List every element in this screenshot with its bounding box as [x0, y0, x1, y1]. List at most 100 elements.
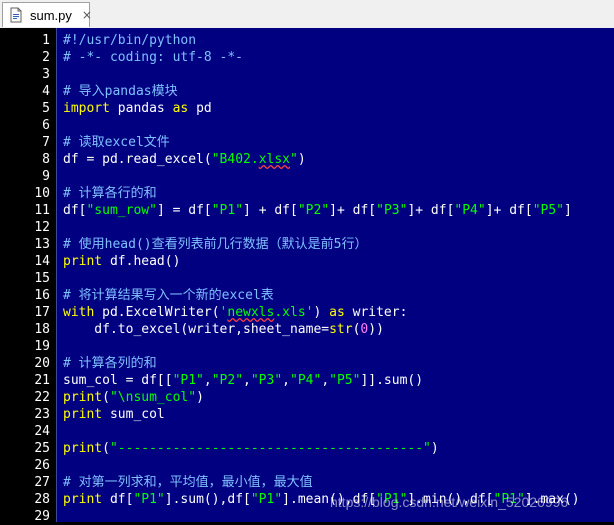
- code-token: (: [102, 390, 110, 405]
- code-token: ): [430, 441, 439, 456]
- code-token: str: [329, 322, 353, 337]
- code-line[interactable]: # 对第一列求和，平均值，最小值，最大值: [63, 474, 313, 491]
- code-token: df[: [63, 203, 87, 218]
- code-token: with: [63, 305, 95, 320]
- code-token: df.to_excel(writer,sheet_name=: [63, 322, 330, 337]
- line-number: 3: [42, 67, 50, 82]
- line-number: 6: [42, 118, 50, 133]
- code-token: "P2": [297, 203, 330, 218]
- code-area[interactable]: #!/usr/bin/python # -*- coding: utf-8 -*-…: [57, 28, 614, 522]
- code-token: # 使用head()查看列表前几行数据（默认是前5行）: [63, 237, 368, 252]
- code-token: ): [297, 152, 306, 167]
- code-token: .xls': [274, 305, 314, 320]
- code-token: print: [63, 441, 103, 456]
- code-token: df[: [102, 492, 134, 507]
- code-token: sum_col: [102, 407, 165, 422]
- code-token: ]: [564, 203, 572, 218]
- code-line[interactable]: # 使用head()查看列表前几行数据（默认是前5行）: [63, 236, 367, 253]
- code-token: "P3": [250, 373, 283, 388]
- code-token: ,: [321, 373, 330, 388]
- line-number: 7: [42, 135, 50, 150]
- line-number: 28: [34, 492, 50, 507]
- line-number: 12: [34, 220, 50, 235]
- code-token: # 对第一列求和，平均值，最小值，最大值: [63, 475, 313, 490]
- code-line[interactable]: print("---------------------------------…: [63, 440, 439, 457]
- line-number: 26: [34, 458, 50, 473]
- code-token: "\nsum_col": [109, 390, 197, 405]
- line-number: 9: [42, 169, 50, 184]
- line-number: 13: [34, 237, 50, 252]
- code-token: # 计算各行的和: [63, 186, 157, 201]
- code-line[interactable]: # 导入pandas模块: [63, 83, 178, 100]
- line-number: 11: [34, 203, 50, 218]
- code-token: print: [63, 390, 103, 405]
- line-number: 8: [42, 152, 50, 167]
- line-number: 21: [34, 373, 50, 388]
- code-token: "P3": [376, 203, 408, 218]
- tab-sum-py[interactable]: sum.py ×: [2, 2, 92, 27]
- line-number: 16: [34, 288, 50, 303]
- watermark: https://blog.csdn.net/weixin_52026996: [330, 494, 569, 510]
- code-line[interactable]: # 计算各行的和: [63, 185, 157, 202]
- code-token: newxls: [227, 305, 275, 320]
- line-number: 18: [34, 322, 50, 337]
- code-token: ] + df[: [243, 203, 298, 218]
- code-token: "P5": [329, 373, 361, 388]
- code-line[interactable]: print("\nsum_col"): [63, 389, 204, 406]
- code-line[interactable]: # 将计算结果写入一个新的excel表: [63, 287, 274, 304]
- code-line[interactable]: sum_col = df[["P1","P2","P3","P4","P5"]]…: [63, 372, 423, 389]
- code-line[interactable]: df["sum_row"] = df["P1"] + df["P2"]+ df[…: [63, 202, 572, 219]
- code-line[interactable]: print df.head(): [63, 253, 180, 270]
- code-line[interactable]: df.to_excel(writer,sheet_name=str(0)): [63, 321, 384, 338]
- code-token: ": [290, 152, 298, 167]
- code-line[interactable]: print sum_col: [63, 406, 165, 423]
- line-number: 1: [42, 33, 50, 48]
- code-line[interactable]: # 读取excel文件: [63, 134, 170, 151]
- code-token: print: [63, 407, 103, 422]
- code-line[interactable]: import pandas as pd: [63, 100, 212, 117]
- code-line[interactable]: # 计算各列的和: [63, 355, 157, 372]
- line-number: 5: [42, 101, 50, 116]
- line-number: 15: [34, 271, 50, 286]
- code-token: "---------------------------------------…: [109, 441, 431, 456]
- code-token: "sum_row": [86, 203, 157, 218]
- code-token: xlsx: [258, 152, 290, 167]
- code-token: ,: [282, 373, 290, 388]
- code-token: ]+ df[: [407, 203, 455, 218]
- line-number: 4: [42, 84, 50, 99]
- code-token: as: [172, 101, 189, 116]
- code-token: print: [63, 492, 103, 507]
- line-number: 27: [34, 475, 50, 490]
- code-editor[interactable]: 1 2 3 4 5 6 7 8 9 10 11 12 13 14 15 16 17 18 19 20 21 22 23 24 2…: [0, 28, 614, 524]
- code-line[interactable]: with pd.ExcelWriter('newxls.xls') as wri…: [63, 304, 407, 321]
- code-token: "P4": [454, 203, 486, 218]
- code-token: # 读取excel文件: [63, 135, 170, 150]
- code-token: ]].sum(): [360, 373, 424, 388]
- code-token: import: [63, 101, 110, 116]
- line-number: 24: [34, 424, 50, 439]
- python-file-icon: [8, 7, 24, 23]
- code-line[interactable]: #!/usr/bin/python: [63, 32, 196, 49]
- code-token: ] = df[: [156, 203, 212, 218]
- code-token: print: [63, 254, 103, 269]
- code-token: (: [102, 441, 110, 456]
- code-token: ,: [203, 373, 212, 388]
- code-token: sum_col = df[[: [63, 373, 173, 388]
- code-token: pd: [188, 101, 212, 116]
- code-token: ]+ df[: [485, 203, 533, 218]
- close-icon[interactable]: ×: [82, 8, 92, 22]
- code-token: ): [313, 305, 330, 320]
- line-number: 2: [42, 50, 50, 65]
- line-number: 29: [34, 509, 50, 524]
- line-number: 10: [34, 186, 50, 201]
- code-line[interactable]: # -*- coding: utf-8 -*-: [63, 49, 243, 66]
- code-token: ,: [243, 373, 251, 388]
- line-number: 25: [34, 441, 50, 456]
- code-token: "P5": [532, 203, 564, 218]
- tab-label: sum.py: [30, 7, 72, 23]
- line-number: 14: [34, 254, 50, 269]
- code-token: "P1": [211, 203, 244, 218]
- code-token: ]+ df[: [329, 203, 377, 218]
- code-line[interactable]: df = pd.read_excel("B402.xlsx"): [63, 151, 306, 168]
- code-token: "B402.: [211, 152, 259, 167]
